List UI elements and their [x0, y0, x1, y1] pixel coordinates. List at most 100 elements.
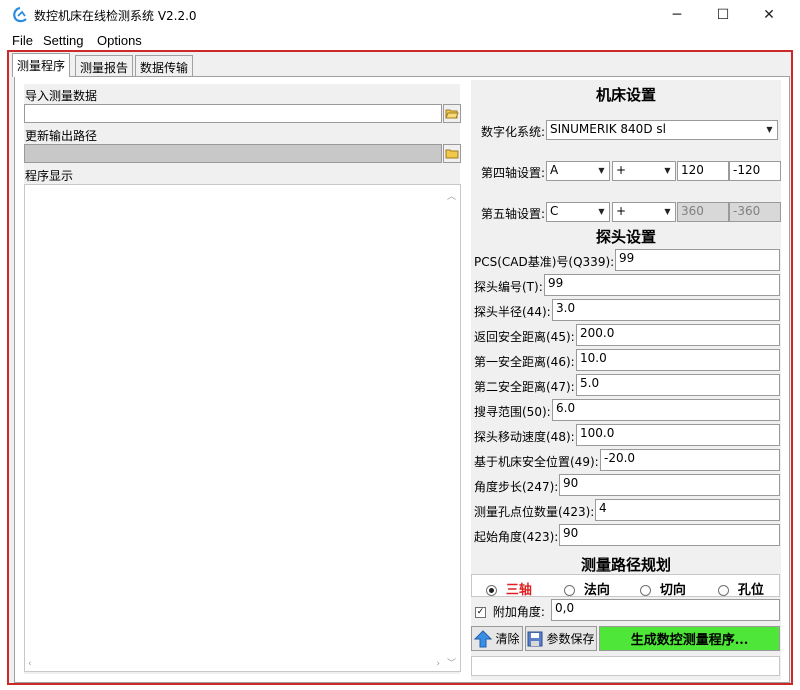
extra-angle-checkbox[interactable]: ✓ 附加角度:	[475, 603, 545, 620]
axis4-label: 第四轴设置:	[481, 166, 546, 180]
checkmark-icon: ✓	[475, 607, 486, 618]
probe-row-input[interactable]: 5.0	[576, 374, 780, 396]
axis4-min-input[interactable]: -120	[729, 161, 781, 181]
probe-row: 测量孔点位数量(423): 4	[471, 498, 780, 522]
save-disk-icon	[527, 631, 543, 646]
scroll-up-icon[interactable]: ︿	[447, 189, 456, 202]
radio-normal[interactable]: 法向	[564, 579, 610, 598]
axis5-label: 第五轴设置:	[481, 207, 546, 221]
close-button[interactable]: ✕	[746, 0, 792, 30]
maximize-button[interactable]: ☐	[700, 0, 746, 30]
axis5-max-input[interactable]: 360	[677, 202, 729, 222]
probe-row-label: 探头编号(T):	[474, 280, 543, 294]
import-browse-button[interactable]	[443, 104, 461, 123]
program-display-label: 程序显示	[25, 169, 74, 183]
probe-row-input[interactable]: -20.0	[600, 449, 780, 471]
probe-row-label: 返回安全距离(45):	[474, 330, 575, 344]
probe-row-label: 第一安全距离(46):	[474, 355, 575, 369]
probe-row: PCS(CAD基准)号(Q339): 99	[471, 248, 780, 272]
radio-selected-icon	[486, 585, 497, 596]
main-frame: 测量程序 测量报告 数据传输 导入测量数据 更新输出路径 程序显示 ︿ ﹀ ‹ …	[7, 50, 793, 685]
axis4-axis-select[interactable]: A ▼	[546, 161, 610, 181]
minimize-button[interactable]: ─	[654, 0, 700, 30]
axis4-max-input[interactable]: 120	[677, 161, 729, 181]
probe-row-input[interactable]: 4	[595, 499, 780, 521]
axis4-direction-select[interactable]: + ▼	[612, 161, 676, 181]
extra-angle-label: 附加角度:	[492, 605, 545, 619]
probe-row: 第一安全距离(46): 10.0	[471, 348, 780, 372]
radio-hole-label: 孔位	[737, 583, 764, 598]
program-display-area[interactable]: ︿ ﹀ ‹ ›	[24, 184, 461, 672]
status-bar	[471, 656, 780, 676]
axis4-axis-value: A	[550, 163, 559, 177]
probe-row-label: 起始角度(423):	[474, 530, 559, 544]
axis5-min-input[interactable]: -360	[729, 202, 781, 222]
path-planning-title: 测量路径规划	[580, 556, 671, 574]
probe-row-label: 探头移动速度(48):	[474, 430, 575, 444]
probe-row: 起始角度(423): 90	[471, 523, 780, 547]
probe-settings-panel: 探头设置 PCS(CAD基准)号(Q339): 99 探头编号(T): 99 探头半径(…	[471, 224, 781, 552]
radio-tangent-label: 切向	[659, 583, 686, 598]
folder-open-icon	[445, 109, 459, 118]
save-params-button[interactable]: 参数保存	[525, 626, 597, 651]
probe-row: 角度步长(247): 90	[471, 473, 780, 497]
probe-settings-title: 探头设置	[595, 228, 656, 246]
generate-program-button[interactable]: 生成数控测量程序...	[599, 626, 780, 651]
probe-row-input[interactable]: 3.0	[552, 299, 780, 321]
machine-settings-title: 机床设置	[595, 86, 656, 104]
menu-setting[interactable]: Setting	[43, 33, 83, 48]
scroll-down-icon[interactable]: ﹀	[447, 656, 456, 669]
numeric-system-label: 数字化系统:	[481, 125, 546, 139]
probe-row-input[interactable]: 90	[559, 524, 780, 546]
save-params-label: 参数保存	[546, 632, 595, 646]
radio-icon	[718, 585, 729, 596]
program-text	[27, 187, 437, 657]
probe-row-input[interactable]: 99	[615, 249, 780, 271]
clear-button-label: 清除	[495, 632, 520, 646]
tab-measure-report[interactable]: 测量报告	[75, 55, 134, 76]
numeric-system-select[interactable]: SINUMERIK 840D sl ▼	[546, 120, 778, 140]
window-title: 数控机床在线检测系统 V2.2.0	[34, 9, 197, 23]
import-data-label: 导入测量数据	[25, 89, 98, 103]
chevron-down-icon: ▼	[661, 163, 674, 178]
tab-measure-program[interactable]: 测量程序	[12, 53, 71, 77]
arrow-up-icon	[474, 629, 493, 647]
probe-row: 基于机床安全位置(49): -20.0	[471, 448, 780, 472]
machine-settings-panel: 机床设置 数字化系统: SINUMERIK 840D sl ▼ 第四轴设置: A…	[471, 80, 781, 224]
extra-angle-row: ✓ 附加角度: 0,0	[471, 598, 780, 622]
probe-row-label: 搜寻范围(50):	[474, 405, 551, 419]
axis5-axis-select[interactable]: C ▼	[546, 202, 610, 222]
axis5-direction-select[interactable]: + ▼	[612, 202, 676, 222]
minimize-icon: ─	[672, 7, 682, 23]
scroll-left-icon[interactable]: ‹	[28, 659, 32, 669]
scroll-right-icon[interactable]: ›	[436, 659, 440, 669]
radio-hole[interactable]: 孔位	[718, 579, 764, 598]
probe-row: 探头移动速度(48): 100.0	[471, 423, 780, 447]
radio-three-axis[interactable]: 三轴	[486, 579, 532, 598]
import-data-input[interactable]	[24, 104, 442, 123]
numeric-system-value: SINUMERIK 840D sl	[550, 122, 666, 136]
radio-three-axis-label: 三轴	[505, 583, 532, 598]
probe-row-input[interactable]: 100.0	[576, 424, 780, 446]
folder-icon	[445, 149, 459, 158]
chevron-down-icon: ▼	[595, 204, 608, 219]
clear-button[interactable]: 清除	[471, 626, 523, 651]
probe-row-input[interactable]: 99	[544, 274, 780, 296]
output-path-label: 更新输出路径	[25, 129, 98, 143]
menu-options[interactable]: Options	[97, 33, 142, 48]
path-mode-group: 三轴 法向 切向 孔位	[471, 574, 780, 598]
output-browse-button[interactable]	[443, 144, 461, 163]
probe-row-input[interactable]: 90	[559, 474, 780, 496]
probe-row-input[interactable]: 200.0	[576, 324, 780, 346]
radio-tangent[interactable]: 切向	[640, 579, 686, 598]
axis4-direction-value: +	[616, 163, 627, 177]
output-path-input[interactable]	[24, 144, 442, 163]
menu-file[interactable]: File	[12, 33, 33, 48]
probe-row: 搜寻范围(50): 6.0	[471, 398, 780, 422]
probe-row-input[interactable]: 6.0	[552, 399, 780, 421]
extra-angle-input[interactable]: 0,0	[551, 599, 780, 621]
probe-row-input[interactable]: 10.0	[576, 349, 780, 371]
tab-data-transfer[interactable]: 数据传输	[135, 55, 194, 76]
title-bar: 数控机床在线检测系统 V2.2.0 ─ ☐ ✕	[0, 0, 800, 30]
path-planning-panel: 测量路径规划 三轴 法向 切向 孔位 ✓ 附加角度: 0,0 清除 参数保存 生…	[471, 552, 781, 680]
